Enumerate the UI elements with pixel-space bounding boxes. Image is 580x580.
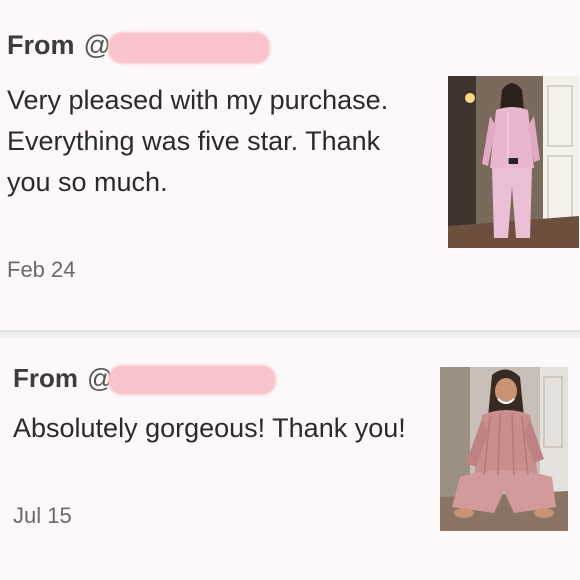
reviews-page: From @ Very pleased with my purchase. Ev… [0,0,580,580]
review-author-row: From @ [7,30,111,61]
review-text: Absolutely gorgeous! Thank you! [13,413,406,443]
at-symbol: @ [83,30,111,60]
review-date: Feb 24 [7,257,76,282]
review-text: Very pleased with my purchase. Everythin… [7,85,389,197]
review-date: Jul 15 [13,503,72,528]
from-label: From [13,363,78,393]
review-card: From @ Very pleased with my purchase. Ev… [0,0,580,330]
review-photo[interactable] [440,367,568,531]
review-photo[interactable] [448,76,579,248]
review-author-row: From @ [13,363,113,394]
review-divider [0,330,580,338]
redacted-username [108,32,270,64]
pajama-photo-sitting-icon [440,367,568,531]
pajama-photo-standing-icon [448,76,579,248]
redacted-username [108,365,276,395]
from-label: From [7,30,75,60]
review-card: From @ Absolutely gorgeous! Thank you! J… [0,338,580,580]
